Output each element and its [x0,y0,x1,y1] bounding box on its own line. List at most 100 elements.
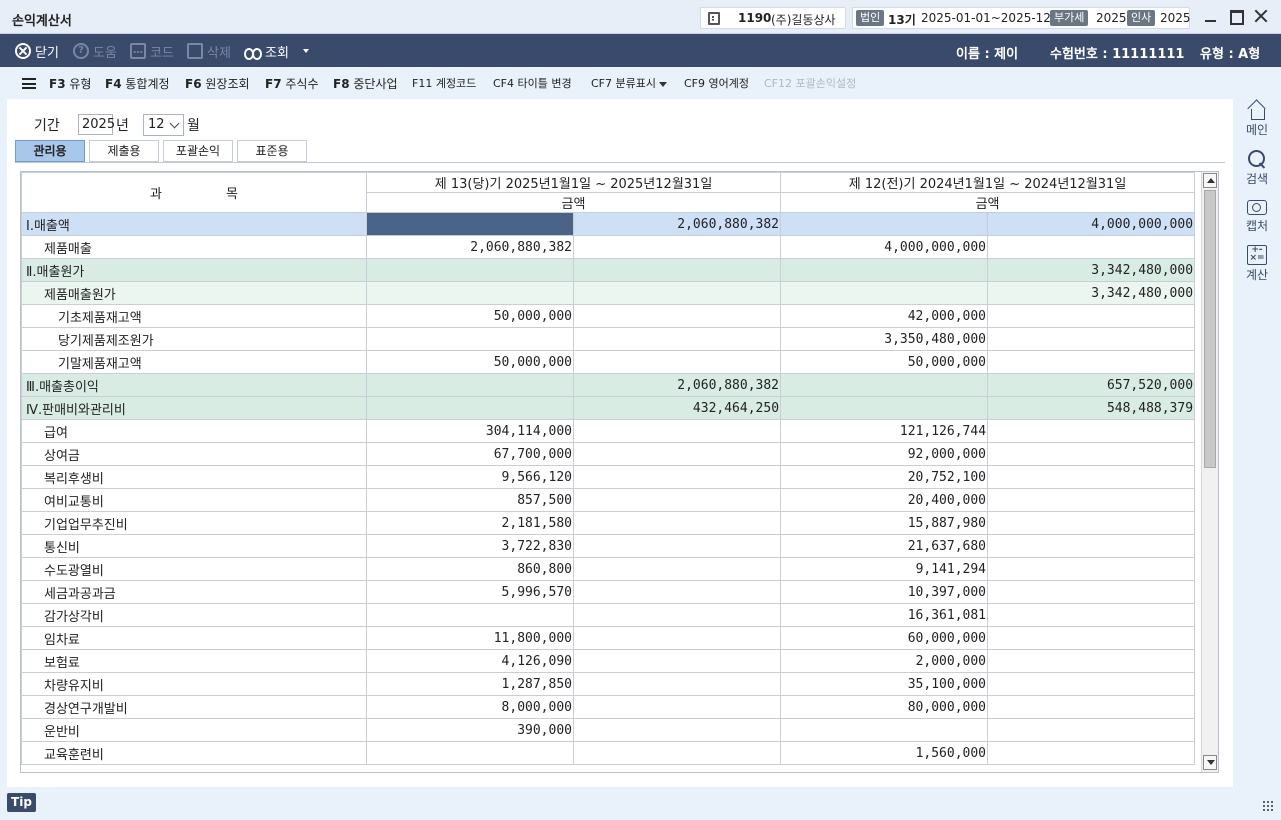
row-current-total[interactable] [572,350,782,374]
sidebar-search[interactable]: 검색 [1237,149,1277,187]
row-prior-detail[interactable]: 42,000,000 [780,304,989,328]
row-account-name[interactable]: 운반비 [21,718,367,742]
row-account-name[interactable]: 기업업무추진비 [21,511,367,535]
row-prior-total[interactable] [987,488,1196,512]
table-row[interactable]: 당기제품제조원가 3,350,480,000 [21,327,1196,351]
table-row[interactable]: 임차료 11,800,000 60,000,000 [21,626,1196,650]
row-current-detail[interactable]: 1,287,850 [366,672,574,696]
delete-button[interactable]: 삭제 [187,41,231,61]
row-current-detail[interactable]: 390,000 [366,718,574,742]
row-account-name[interactable]: Ⅲ.매출총이익 [21,373,367,397]
row-prior-total[interactable]: 657,520,000 [987,373,1196,397]
row-prior-detail[interactable] [780,212,989,236]
row-current-total[interactable] [572,281,782,305]
row-account-name[interactable]: 임차료 [21,626,367,650]
row-current-detail[interactable] [366,212,574,236]
table-row[interactable]: 급여 304,114,000 121,126,744 [21,419,1196,443]
row-prior-detail[interactable] [780,281,989,305]
row-current-detail[interactable]: 9,566,120 [366,465,574,489]
table-row[interactable]: 통신비 3,722,830 21,637,680 [21,534,1196,558]
table-row[interactable]: Ⅱ.매출원가 3,342,480,000 [21,258,1196,282]
tab-comprehensive[interactable]: 포괄손익 [163,140,233,162]
row-current-total[interactable] [572,534,782,558]
table-row[interactable]: 교육훈련비 1,560,000 [21,741,1196,765]
row-prior-total[interactable]: 4,000,000,000 [987,212,1196,236]
month-select[interactable]: 12 [143,114,184,136]
tip-button[interactable]: Tip [7,793,36,812]
row-current-total[interactable] [572,235,782,259]
row-prior-total[interactable] [987,603,1196,627]
row-prior-total[interactable] [987,695,1196,719]
row-current-detail[interactable] [366,396,574,420]
header-current-period[interactable]: 제 13(당)기 2025년1월1일 ~ 2025년12월31일 [365,172,782,193]
row-account-name[interactable]: 급여 [21,419,367,443]
row-current-total[interactable]: 432,464,250 [572,396,782,420]
table-row[interactable]: 수도광열비 860,800 9,141,294 [21,557,1196,581]
row-current-detail[interactable]: 50,000,000 [366,304,574,328]
header-prior-amount[interactable]: 금액 [780,192,1196,213]
scroll-up-icon[interactable] [1203,173,1217,188]
row-prior-total[interactable] [987,304,1196,328]
row-current-detail[interactable] [366,281,574,305]
tab-submission[interactable]: 제출용 [89,140,159,162]
table-row[interactable]: 감가상각비 16,361,081 [21,603,1196,627]
row-prior-total[interactable]: 3,342,480,000 [987,258,1196,282]
row-current-detail[interactable] [366,373,574,397]
table-row[interactable]: 기초제품재고액 50,000,000 42,000,000 [21,304,1196,328]
row-prior-total[interactable] [987,235,1196,259]
row-current-detail[interactable]: 50,000,000 [366,350,574,374]
row-prior-detail[interactable]: 20,400,000 [780,488,989,512]
f11-account-code-button[interactable]: F11 계정코드 [412,75,476,91]
tab-standard[interactable]: 표준용 [237,140,307,162]
close-icon[interactable] [1253,8,1269,24]
menu-icon[interactable] [22,78,36,89]
row-account-name[interactable]: Ⅰ.매출액 [21,212,367,236]
cf4-title-change-button[interactable]: CF4 타이틀 변경 [493,75,572,91]
row-prior-total[interactable] [987,465,1196,489]
row-current-detail[interactable]: 2,181,580 [366,511,574,535]
row-current-total[interactable] [572,327,782,351]
row-current-total[interactable] [572,419,782,443]
row-current-total[interactable] [572,695,782,719]
row-current-total[interactable]: 2,060,880,382 [572,212,782,236]
row-current-detail[interactable]: 857,500 [366,488,574,512]
row-prior-detail[interactable]: 4,000,000,000 [780,235,989,259]
row-account-name[interactable]: 여비교통비 [21,488,367,512]
row-prior-detail[interactable]: 50,000,000 [780,350,989,374]
row-prior-total[interactable] [987,718,1196,742]
f8-discontinued-button[interactable]: F8 중단사업 [333,75,398,92]
row-current-detail[interactable] [366,603,574,627]
f3-type-button[interactable]: F3 유형 [49,75,91,92]
row-account-name[interactable]: Ⅱ.매출원가 [21,258,367,282]
row-prior-total[interactable] [987,511,1196,535]
row-account-name[interactable]: 복리후생비 [21,465,367,489]
vertical-scrollbar[interactable] [1201,172,1218,772]
sidebar-calculator[interactable]: +- ×= 계산 [1237,245,1277,283]
row-prior-detail[interactable]: 2,000,000 [780,649,989,673]
row-prior-detail[interactable] [780,396,989,420]
row-current-detail[interactable]: 5,996,570 [366,580,574,604]
row-prior-detail[interactable] [780,373,989,397]
row-prior-detail[interactable] [780,718,989,742]
header-subject[interactable]: 과 목 [21,172,367,213]
f7-shares-button[interactable]: F7 주식수 [265,75,319,92]
table-row[interactable]: 제품매출원가 3,342,480,000 [21,281,1196,305]
row-prior-detail[interactable]: 60,000,000 [780,626,989,650]
row-current-total[interactable] [572,511,782,535]
f6-ledger-button[interactable]: F6 원장조회 [185,75,250,92]
table-row[interactable]: 운반비 390,000 [21,718,1196,742]
header-current-amount[interactable]: 금액 [365,192,782,213]
row-current-detail[interactable] [366,741,574,765]
row-current-total[interactable] [572,741,782,765]
table-row[interactable]: 세금과공과금 5,996,570 10,397,000 [21,580,1196,604]
row-prior-detail[interactable]: 3,350,480,000 [780,327,989,351]
row-current-total[interactable] [572,580,782,604]
header-prior-period[interactable]: 제 12(전)기 2024년1월1일 ~ 2024년12월31일 [780,172,1196,193]
table-row[interactable]: 기업업무추진비 2,181,580 15,887,980 [21,511,1196,535]
code-button[interactable]: … 코드 [130,41,174,61]
table-row[interactable]: 상여금 67,700,000 92,000,000 [21,442,1196,466]
row-prior-detail[interactable]: 9,141,294 [780,557,989,581]
close-button[interactable]: 닫기 [15,41,59,61]
row-prior-detail[interactable]: 10,397,000 [780,580,989,604]
row-current-total[interactable] [572,626,782,650]
